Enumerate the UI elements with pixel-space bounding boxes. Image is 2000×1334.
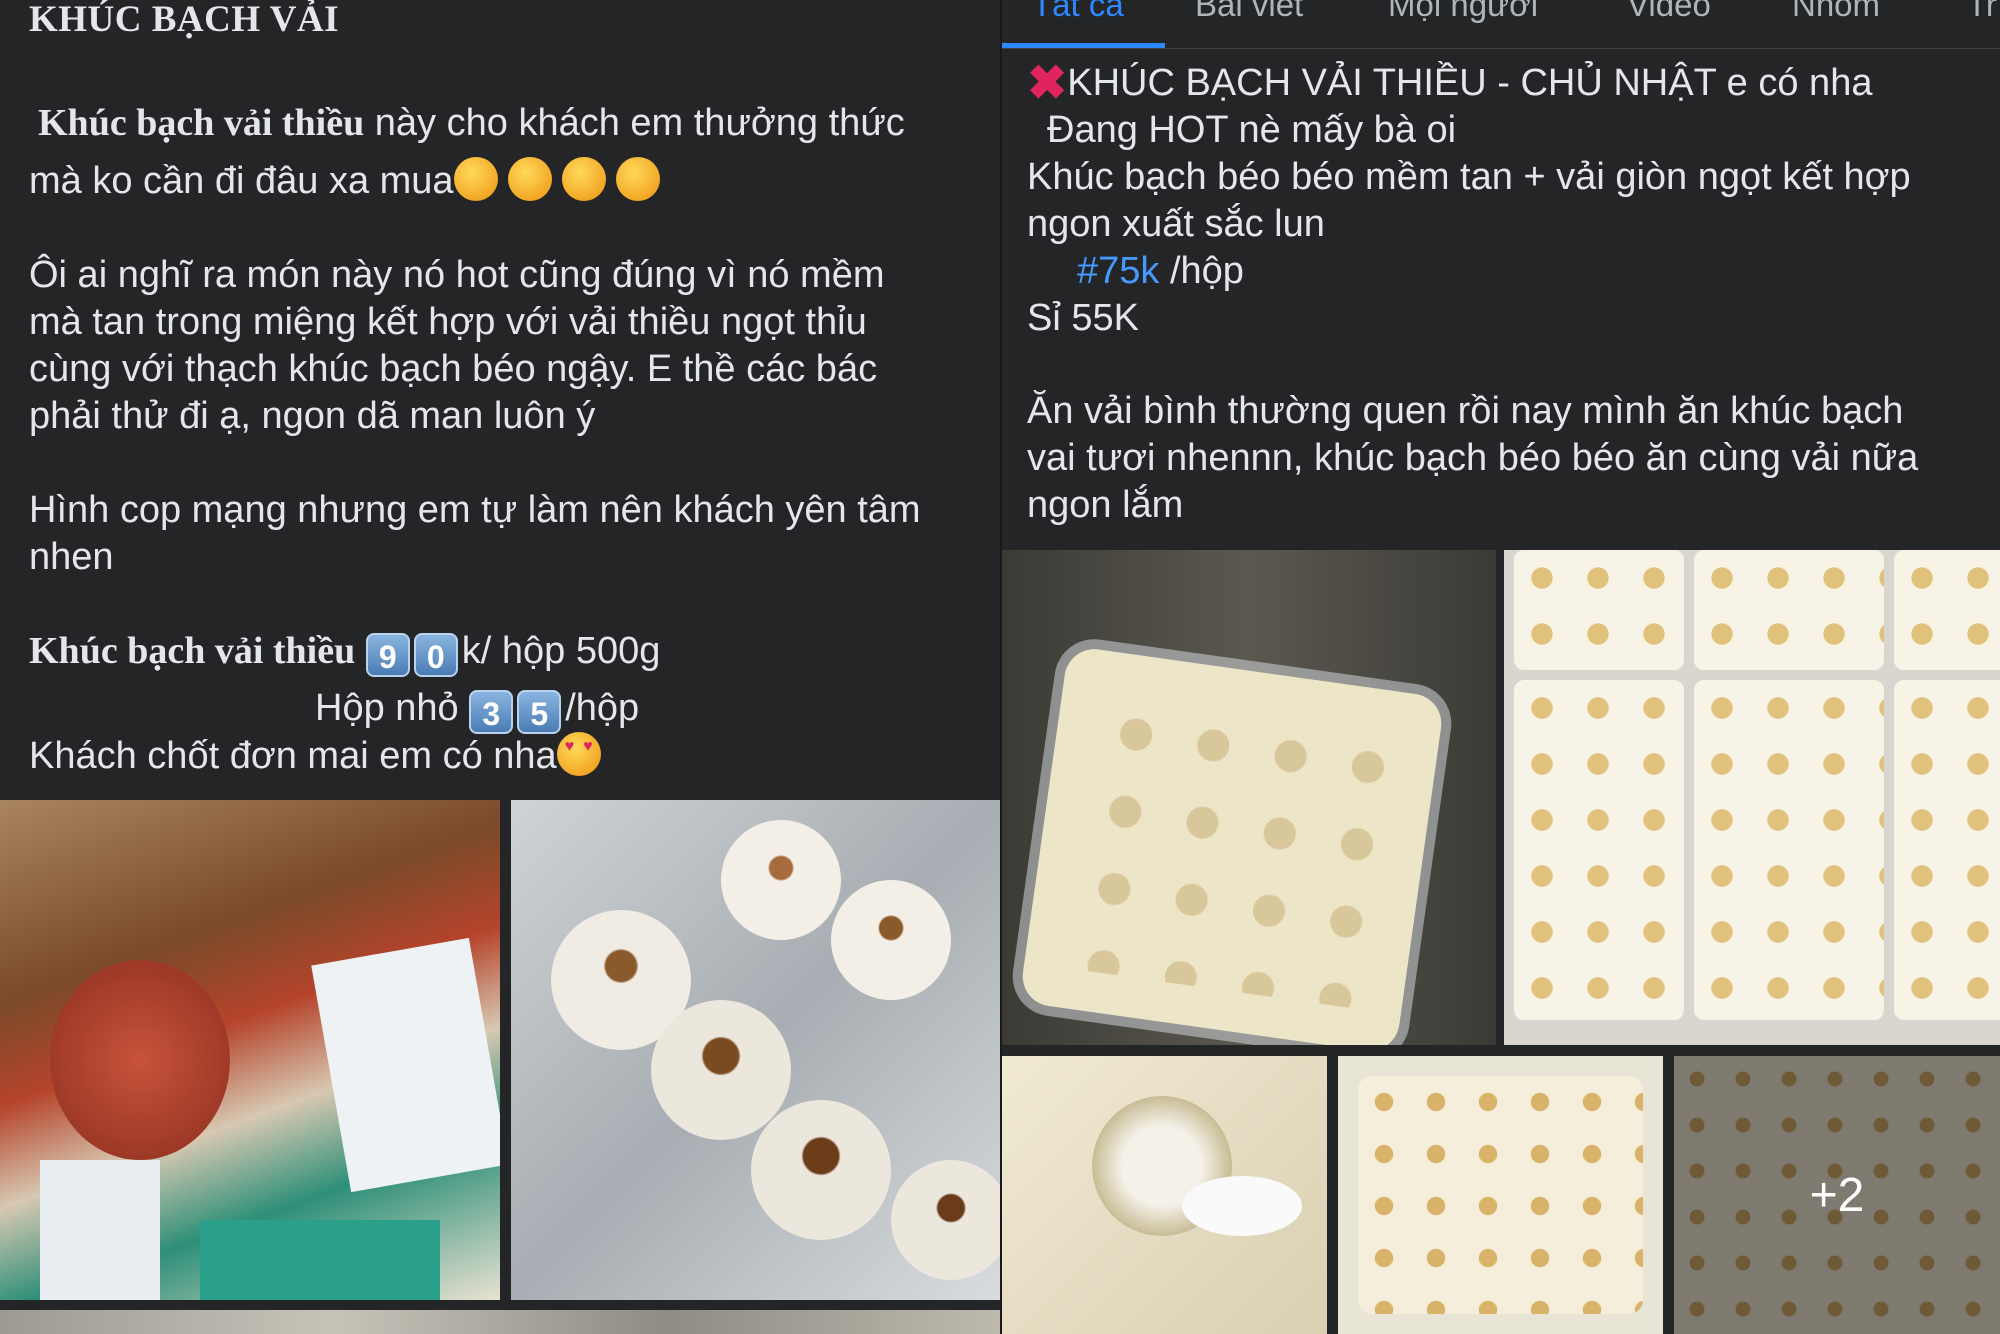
photo-peeled-lychee[interactable] [511,800,1000,1300]
heart-eyes-emoji-icon [556,732,601,776]
para2-line: mà tan trong miệng kết hợp với vải thiều… [29,301,867,343]
para2-line: Ăn vải bình thường quen rồi nay mình ăn … [1027,390,1904,432]
search-tabs: Tất cả Bài viết Mọi người Video Nhóm Tr [1002,0,2000,49]
tab-all[interactable]: Tất cả [1032,0,1124,24]
closing-text: Khách chốt đơn mai em có nha [29,735,557,777]
more-photos-count[interactable]: +2 [1674,1056,2000,1334]
photo-dessert-spoon[interactable] [1002,1056,1327,1334]
tab-groups[interactable]: Nhóm [1792,0,1880,24]
price-line: #75k /hộp [1077,248,1244,294]
smile-emoji-icon [615,157,660,201]
smile-emoji-icon [453,157,498,201]
active-tab-indicator [1002,43,1165,48]
wholesale-line: Sỉ 55K [1027,297,1139,339]
intro-line2-text: mà ko cần đi đâu xa mua [29,160,454,202]
tab-video[interactable]: Video [1627,0,1711,24]
para2-line: Ôi ai nghĩ ra món này nó hot cũng đúng v… [29,254,885,296]
keycap-digit: 5 [517,690,562,734]
para2-line: cùng với thạch khúc bạch béo ngậy. E thề… [29,348,878,390]
small-label: Hộp nhỏ [315,687,459,729]
intro-bold: Khúc bạch vải thiều [38,102,365,144]
price-line: Khúc bạch vải thiều 9 0 k/ hộp 500g [29,628,660,677]
post-line-2: Đang HOT nè mấy bà oi [1047,109,1457,151]
post-line-1: ✖KHÚC BẠCH VẢI THIỀU - CHỦ NHẬT e có nha [1027,57,1873,110]
post-title: KHÚC BẠCH VẢI [29,0,340,40]
photo-dessert-box-hand[interactable] [1002,550,1496,1045]
smile-emoji-icon [507,157,552,201]
left-post-panel: KHÚC BẠCH VẢI Khúc bạch vải thiều này ch… [0,0,1000,1334]
keycap-digit: 3 [469,690,514,734]
price-unit: /hộp [1159,250,1244,292]
keycap-digit: 0 [413,633,458,677]
intro-line-1: Khúc bạch vải thiều này cho khách em thư… [38,100,905,146]
small-box-line: Hộp nhỏ 3 5/hộp [315,685,639,734]
post-line-3: Khúc bạch béo béo mềm tan + vải giòn ngọ… [1027,156,1911,198]
keycap-digit: 9 [365,633,410,677]
photo-strip-more[interactable] [0,1310,1000,1334]
hashtag-link[interactable]: #75k [1077,250,1159,292]
smile-emoji-icon [561,157,606,201]
intro-rest: này cho khách em thưởng thức [364,102,905,144]
para2-line: vai tươi nhennn, khúc bạch béo béo ăn cù… [1027,437,1919,479]
photo-dessert-scoop[interactable] [1338,1056,1663,1334]
price-bold: Khúc bạch vải thiều [29,630,356,672]
para3-line: nhen [29,536,114,578]
closing-line: Khách chốt đơn mai em có nha [29,732,611,779]
tab-posts[interactable]: Bài viết [1195,0,1303,24]
photo-lychee-ingredients[interactable] [0,800,500,1300]
para3-line: Hình cop mạng nhưng em tự làm nên khách … [29,489,921,531]
para2-line: phải thử đi ạ, ngon dã man luôn ý [29,395,596,437]
tab-people[interactable]: Mọi người [1388,0,1538,24]
photo-dessert-trays[interactable] [1504,550,2000,1045]
post-line-1-text: KHÚC BẠCH VẢI THIỀU - CHỦ NHẬT e có nha [1067,62,1873,104]
red-x-icon: ✖ [1027,57,1068,110]
para2-line: ngon lắm [1027,484,1184,526]
photo-more-trays[interactable]: +2 [1674,1056,2000,1334]
right-post-panel: Tất cả Bài viết Mọi người Video Nhóm Tr … [1002,0,2000,1334]
post-line-4: ngon xuất sắc lun [1027,203,1325,245]
small-rest: /hộp [565,687,640,729]
intro-line-2: mà ko cần đi đâu xa mua [29,157,670,204]
price-rest: k/ hộp 500g [461,630,661,672]
tab-more[interactable]: Tr [1967,0,1997,24]
